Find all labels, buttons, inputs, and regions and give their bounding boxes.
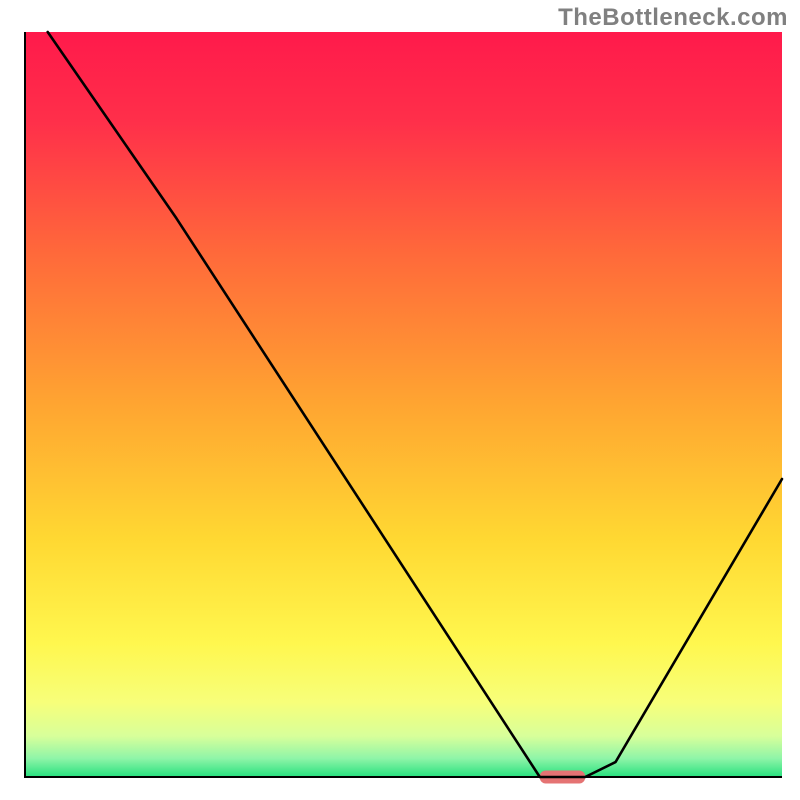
chart-svg (0, 0, 800, 800)
watermark-text: TheBottleneck.com (558, 4, 788, 32)
plot-background (25, 32, 782, 777)
bottleneck-chart: TheBottleneck.com (0, 0, 800, 800)
